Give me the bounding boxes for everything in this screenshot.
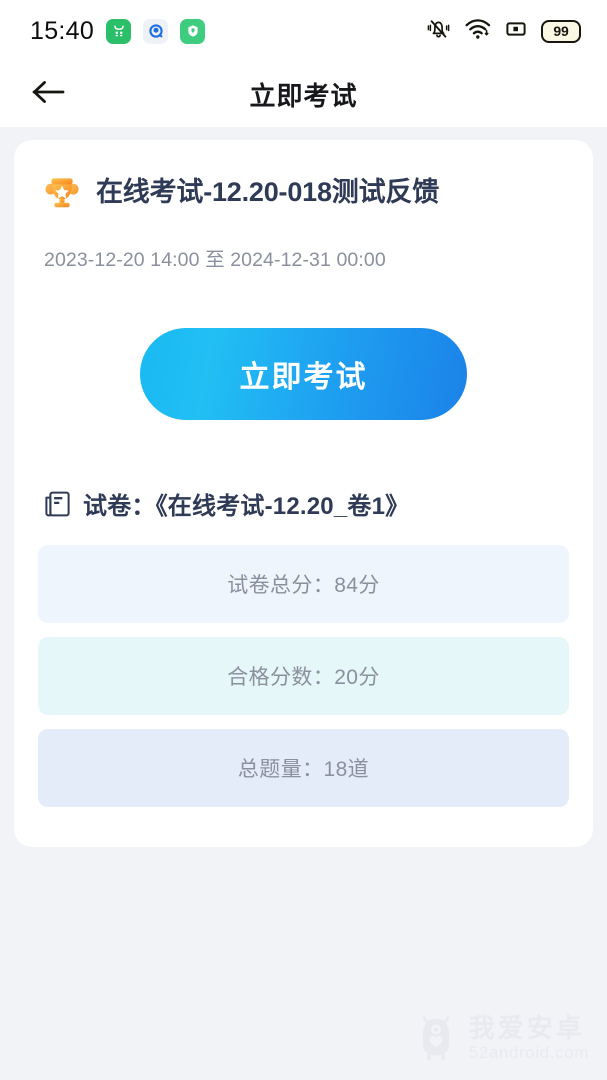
status-bar-clock: 15:40: [30, 16, 95, 45]
android-mascot-icon: [414, 1009, 458, 1066]
back-button[interactable]: [22, 72, 74, 118]
page-body: 在线考试-12.20-018测试反馈 2023-12-20 14:00 至 20…: [0, 127, 607, 847]
watermark-text: 我爱安卓 52android.com: [469, 1015, 589, 1061]
exam-paper-name: 试卷：《在线考试-12.20_卷1》: [83, 493, 410, 520]
info-box-question-count: 总题量：18道: [38, 729, 569, 807]
trophy-icon: [42, 172, 82, 212]
exam-paper-row: 试卷：《在线考试-12.20_卷1》: [38, 486, 569, 521]
battery-indicator: 99: [541, 19, 581, 43]
wifi-icon: [464, 17, 491, 46]
cta-container: 立即考试: [38, 328, 569, 420]
bell-silent-icon: [425, 17, 451, 46]
exam-date-range: 2023-12-20 14:00 至 2024-12-31 00:00: [44, 249, 386, 271]
back-arrow-icon: [30, 78, 66, 111]
status-bar-left: 15:40: [30, 16, 206, 46]
signal-icon: [504, 18, 528, 45]
page-title: 立即考试: [249, 81, 358, 111]
status-bar-right: 99: [425, 17, 581, 46]
info-box-pass-score: 合格分数：20分: [38, 637, 569, 715]
start-exam-button[interactable]: 立即考试: [140, 328, 467, 420]
watermark: 我爱安卓 52android.com: [414, 1009, 589, 1066]
status-bar: 15:40 99: [0, 0, 607, 62]
exam-title-row: 在线考试-12.20-018测试反馈: [38, 172, 569, 212]
notification-app-icon-shield: [180, 18, 206, 44]
notification-app-icon-blue: [143, 18, 169, 44]
exam-title: 在线考试-12.20-018测试反馈: [96, 176, 439, 207]
notification-app-icon-green: [106, 18, 132, 44]
document-icon: [44, 490, 71, 518]
watermark-title: 我爱安卓: [468, 1012, 585, 1043]
exam-info-list: 试卷总分：84分 合格分数：20分 总题量：18道: [38, 545, 569, 807]
watermark-url: 52android.com: [468, 1042, 589, 1062]
exam-detail-card: 在线考试-12.20-018测试反馈 2023-12-20 14:00 至 20…: [14, 140, 593, 847]
nav-bar: 立即考试: [0, 62, 607, 127]
info-box-total-score: 试卷总分：84分: [38, 545, 569, 623]
